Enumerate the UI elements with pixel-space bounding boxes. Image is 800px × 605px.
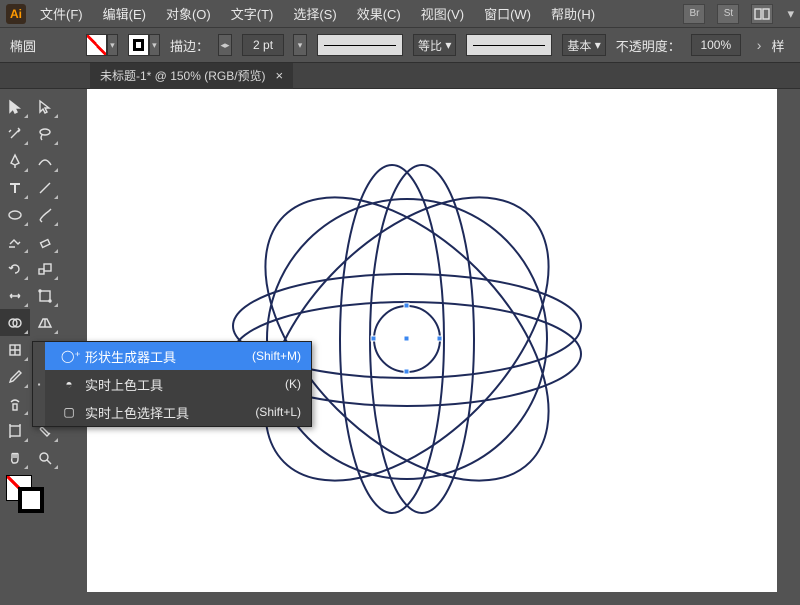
brush-preview[interactable] [466, 34, 552, 56]
options-overflow-label: 样 [771, 36, 784, 55]
artboard-tool[interactable] [0, 417, 30, 444]
stock-icon[interactable]: St [717, 4, 739, 24]
scale-tool[interactable] [30, 255, 60, 282]
selection-tool[interactable] [0, 93, 30, 120]
opacity-input[interactable] [691, 34, 741, 56]
fill-swatch[interactable]: ▾ [86, 34, 118, 56]
options-overflow-icon[interactable]: › [757, 37, 762, 53]
line-tool[interactable] [30, 174, 60, 201]
direct-selection-tool[interactable] [30, 93, 60, 120]
rotate-tool[interactable] [0, 255, 30, 282]
bridge-icon[interactable]: Br [683, 4, 705, 24]
ellipse-tool[interactable] [0, 201, 30, 228]
stroke-weight-drop-icon[interactable]: ▾ [293, 34, 307, 56]
flyout-item[interactable]: ▢ 实时上色选择工具 (Shift+L) [33, 398, 311, 426]
stroke-swatch-icon [18, 487, 44, 513]
flyout-item-label: 实时上色选择工具 [85, 403, 189, 422]
fill-dropdown-icon[interactable]: ▾ [107, 34, 118, 56]
flyout-item-icon: ◯⁺ [61, 349, 77, 363]
shape-builder-tool[interactable] [0, 309, 30, 336]
menu-file[interactable]: 文件(F) [34, 0, 89, 27]
document-tab-title: 未标题-1* @ 150% (RGB/预览) [100, 67, 266, 84]
flyout-item-icon: ◓ [61, 377, 77, 391]
menu-bar: Ai 文件(F) 编辑(E) 对象(O) 文字(T) 选择(S) 效果(C) 视… [0, 0, 800, 27]
zoom-tool[interactable] [30, 444, 60, 471]
stroke-dropdown-icon[interactable]: ▾ [149, 34, 160, 56]
flyout-item-icon: ▢ [61, 405, 77, 419]
arrange-icon[interactable] [751, 4, 773, 24]
free-transform-tool[interactable] [30, 282, 60, 309]
brush-select[interactable]: 基本 ▾ [562, 34, 605, 56]
stroke-profile-preview[interactable] [317, 34, 403, 56]
lasso-tool[interactable] [30, 120, 60, 147]
flyout-item-label: 实时上色工具 [85, 375, 163, 394]
perspective-grid-tool[interactable] [30, 309, 60, 336]
close-icon[interactable]: × [276, 68, 284, 83]
symbol-sprayer-tool[interactable] [0, 390, 30, 417]
flyout-item[interactable]: ◯⁺ 形状生成器工具 (Shift+M) [33, 342, 311, 370]
stroke-color-icon [128, 34, 149, 56]
menu-effect[interactable]: 效果(C) [351, 0, 407, 27]
paintbrush-tool[interactable] [30, 201, 60, 228]
menu-object[interactable]: 对象(O) [160, 0, 217, 27]
stroke-profile-select[interactable]: 等比 ▾ [413, 34, 456, 56]
menu-type[interactable]: 文字(T) [225, 0, 280, 27]
stroke-swatch[interactable]: ▾ [128, 34, 160, 56]
width-tool[interactable] [0, 282, 30, 309]
mesh-tool[interactable] [0, 336, 30, 363]
opacity-label: 不透明度： [616, 36, 681, 55]
flyout-tearoff-handle[interactable]: ▪ [33, 342, 45, 426]
menu-view[interactable]: 视图(V) [415, 0, 470, 27]
type-tool[interactable] [0, 174, 30, 201]
stroke-stepper-icon[interactable]: ◂▸ [218, 34, 232, 56]
menu-edit[interactable]: 编辑(E) [97, 0, 152, 27]
stroke-weight-label: 描边： [170, 36, 209, 55]
pen-tool[interactable] [0, 147, 30, 174]
menu-select[interactable]: 选择(S) [287, 0, 342, 27]
fill-stroke-swatch[interactable] [0, 471, 60, 515]
app-logo: Ai [6, 4, 26, 24]
magic-wand-tool[interactable] [0, 120, 30, 147]
flyout-item-shortcut: (Shift+M) [252, 349, 301, 363]
document-tab[interactable]: 未标题-1* @ 150% (RGB/预览) × [90, 63, 293, 89]
options-bar: 椭圆 ▾ ▾ 描边： ◂▸ ▾ 等比 ▾ 基本 ▾ 不透明度： › 样 [0, 27, 800, 63]
fill-none-icon [86, 34, 107, 56]
flyout-item[interactable]: ◓ 实时上色工具 (K) [33, 370, 311, 398]
eyedropper-tool[interactable] [0, 363, 30, 390]
menu-help[interactable]: 帮助(H) [545, 0, 601, 27]
curvature-tool[interactable] [30, 147, 60, 174]
flyout-item-shortcut: (Shift+L) [255, 405, 301, 419]
flyout-item-label: 形状生成器工具 [85, 347, 176, 366]
hand-tool[interactable] [0, 444, 30, 471]
menu-window[interactable]: 窗口(W) [478, 0, 537, 27]
document-tab-bar: 未标题-1* @ 150% (RGB/预览) × [0, 63, 800, 89]
active-tool-label: 椭圆 [10, 36, 36, 55]
flyout-item-shortcut: (K) [285, 377, 301, 391]
workspace-chev-icon[interactable]: ▾ [781, 2, 800, 26]
shaper-tool[interactable] [0, 228, 30, 255]
eraser-tool[interactable] [30, 228, 60, 255]
stroke-weight-input[interactable] [242, 34, 284, 56]
tool-flyout-menu: ▪ ◯⁺ 形状生成器工具 (Shift+M) ◓ 实时上色工具 (K) ▢ 实时上色选择工具 (… [32, 341, 312, 427]
